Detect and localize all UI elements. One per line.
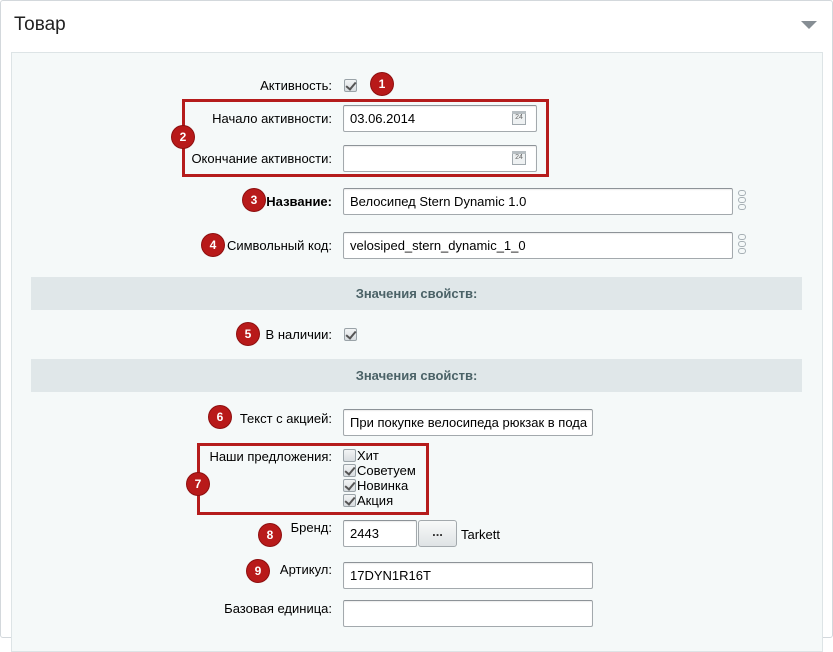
- brand-input[interactable]: 2443: [343, 520, 417, 547]
- link-icon[interactable]: [737, 190, 747, 214]
- badge-9: 9: [247, 560, 269, 582]
- brand-browse-button[interactable]: ...: [418, 520, 457, 547]
- form-content: Активность: 1 2 Начало активности: 03.06…: [11, 52, 823, 652]
- offer-option-label: Хит: [357, 448, 379, 463]
- base-unit-input[interactable]: [343, 600, 593, 627]
- offer-option-label: Акция: [357, 493, 394, 508]
- brand-label: Бренд:: [290, 520, 332, 535]
- code-label: Символьный код:: [226, 238, 332, 253]
- product-panel: Товар Активность: 1 2 Начало активности:…: [0, 0, 833, 652]
- calendar-icon[interactable]: 24: [512, 111, 526, 125]
- offer-checkbox-recommend[interactable]: [343, 464, 356, 477]
- section-header-properties: Значения свойств:: [31, 359, 802, 392]
- promo-text-input[interactable]: При покупке велосипеда рюкзак в пода: [343, 409, 593, 436]
- code-input[interactable]: velosiped_stern_dynamic_1_0: [343, 232, 733, 259]
- offer-option-label: Советуем: [357, 463, 416, 478]
- active-to-input[interactable]: [343, 145, 537, 172]
- badge-8: 8: [259, 524, 281, 546]
- brand-value: 2443: [350, 526, 379, 541]
- active-from-label: Начало активности:: [212, 111, 332, 126]
- active-to-label: Окончание активности:: [191, 151, 332, 166]
- offer-checkbox-new[interactable]: [343, 479, 356, 492]
- active-label: Активность:: [260, 78, 332, 93]
- badge-6: 6: [209, 406, 231, 428]
- calendar-icon-day: 24: [515, 154, 523, 161]
- active-checkbox[interactable]: [344, 79, 357, 92]
- badge-4: 4: [202, 234, 224, 256]
- offer-checkbox-sale[interactable]: [343, 494, 356, 507]
- link-icon[interactable]: [737, 234, 747, 258]
- active-from-input[interactable]: 03.06.2014: [343, 105, 537, 132]
- active-from-value: 03.06.2014: [350, 111, 416, 126]
- panel-title: Товар: [14, 14, 66, 35]
- badge-5: 5: [237, 323, 259, 345]
- calendar-icon[interactable]: 24: [512, 151, 526, 165]
- section-header-properties: Значения свойств:: [31, 277, 802, 310]
- promo-text-value: При покупке велосипеда рюкзак в пода: [350, 415, 588, 430]
- badge-2: 2: [172, 126, 194, 148]
- offer-option-label: Новинка: [357, 478, 409, 493]
- offers-label: Наши предложения:: [209, 449, 332, 464]
- offer-checkbox-hit[interactable]: [343, 449, 356, 462]
- in-stock-label: В наличии:: [265, 327, 332, 342]
- code-value: velosiped_stern_dynamic_1_0: [350, 238, 526, 253]
- in-stock-checkbox[interactable]: [344, 328, 357, 341]
- article-value: 17DYN1R16T: [350, 568, 431, 583]
- name-label: Название:: [266, 194, 332, 209]
- badge-1: 1: [371, 73, 393, 95]
- chevron-down-icon[interactable]: [801, 21, 817, 29]
- brand-name: Tarkett: [461, 527, 501, 542]
- badge-7: 7: [187, 473, 209, 495]
- article-input[interactable]: 17DYN1R16T: [343, 562, 593, 589]
- base-unit-label: Базовая единица:: [224, 601, 332, 616]
- name-input[interactable]: Велосипед Stern Dynamic 1.0: [343, 188, 733, 215]
- badge-3: 3: [243, 189, 265, 211]
- calendar-icon-day: 24: [515, 114, 523, 121]
- name-value: Велосипед Stern Dynamic 1.0: [350, 194, 527, 209]
- promo-text-label: Текст с акцией:: [239, 411, 332, 426]
- article-label: Артикул:: [279, 562, 332, 577]
